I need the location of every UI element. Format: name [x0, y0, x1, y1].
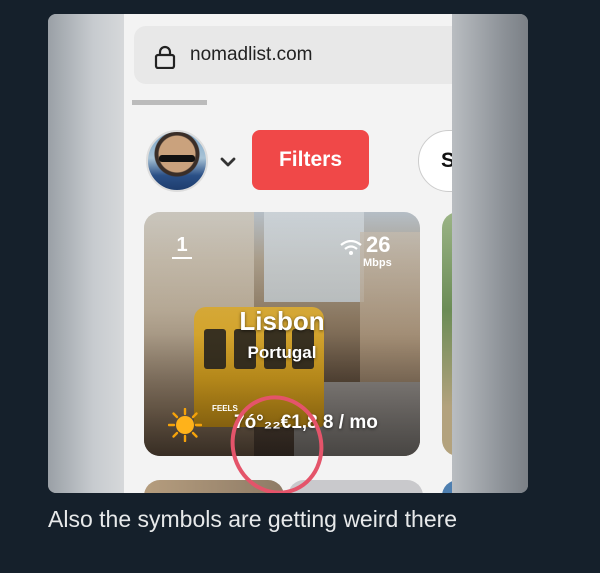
blurred-background-left — [48, 14, 124, 493]
lock-icon — [154, 45, 176, 69]
avatar-sunglasses — [159, 155, 195, 162]
blurred-background-right — [452, 14, 528, 493]
url-text: nomadlist.com — [190, 44, 313, 65]
filters-button[interactable]: Filters — [252, 130, 369, 190]
city-card-row2-3[interactable] — [442, 480, 452, 493]
wifi-icon — [340, 240, 362, 255]
sun-icon — [168, 408, 202, 442]
country-name: Portugal — [247, 343, 317, 362]
chevron-down-icon[interactable] — [220, 154, 236, 170]
scroll-indicator — [132, 100, 207, 105]
city-rank: 1 — [172, 234, 192, 259]
city-name: Lisbon — [239, 306, 325, 336]
address-bar[interactable]: nomadlist.com — [134, 26, 452, 84]
screenshot-media: nomadlist.com Filters S 1 26 Mbps Lisbon… — [48, 14, 528, 493]
tweet-caption: Also the symbols are getting weird there — [48, 506, 458, 532]
sort-button[interactable]: S — [418, 130, 452, 192]
next-city-card-peek[interactable] — [442, 212, 452, 456]
internet-unit: Mbps — [363, 257, 392, 269]
internet-speed: 26 — [366, 232, 391, 257]
